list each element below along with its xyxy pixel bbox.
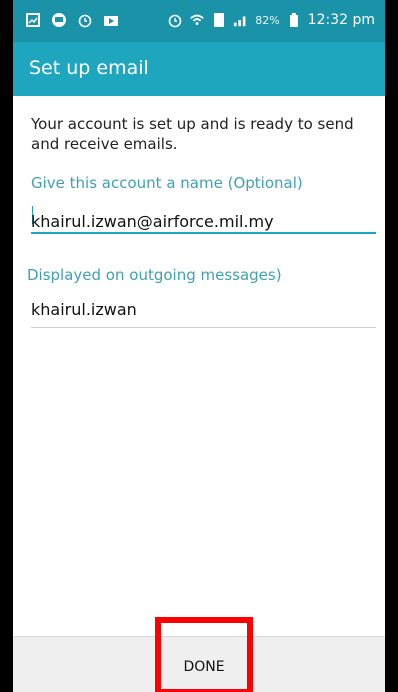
done-button-label: DONE	[183, 659, 225, 675]
field-underline	[31, 327, 376, 328]
intro-text: Your account is set up and is ready to s…	[31, 115, 354, 153]
sim-icon	[211, 12, 227, 28]
setup-form: Your account is set up and is ready to s…	[13, 96, 385, 636]
signal-icon	[233, 12, 249, 28]
battery-icon	[286, 12, 302, 28]
alarm-icon	[167, 12, 183, 28]
account-name-field[interactable]: khairul.izwan@airforce.mil.my	[31, 200, 376, 234]
display-name-field[interactable]: khairul.izwan	[31, 294, 376, 328]
video-icon	[103, 12, 119, 28]
app-bar: Set up email	[13, 42, 385, 96]
page-title: Set up email	[29, 57, 149, 79]
display-name-label: Displayed on outgoing messages)	[27, 266, 282, 284]
status-bar: 82% 12:32 pm	[13, 0, 385, 42]
account-name-value: khairul.izwan@airforce.mil.my	[31, 206, 274, 231]
wifi-icon	[189, 12, 205, 28]
account-name-label: Give this account a name (Optional)	[31, 174, 303, 192]
display-name-value: khairul.izwan	[31, 300, 137, 319]
status-time: 12:32 pm	[307, 12, 375, 28]
alarm-icon	[77, 12, 93, 28]
status-right-icons: 82% 12:32 pm	[167, 12, 375, 28]
bottom-bar: DONE	[13, 617, 385, 692]
status-left-icons	[25, 12, 119, 28]
done-button[interactable]: DONE	[155, 617, 253, 692]
field-underline-active	[31, 232, 376, 234]
gallery-icon	[25, 12, 41, 28]
phone-screen: 82% 12:32 pm Set up email Your account i…	[13, 0, 385, 692]
battery-percentage: 82%	[255, 13, 280, 27]
messenger-icon	[51, 12, 67, 28]
